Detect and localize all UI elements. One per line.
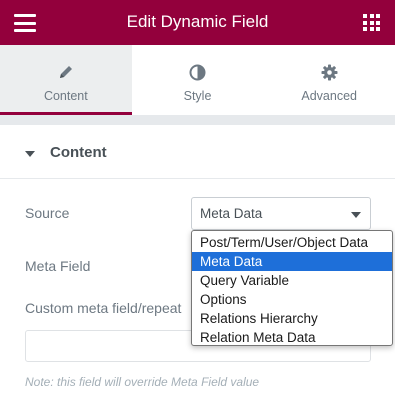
grid-icon[interactable] <box>363 14 380 31</box>
dropdown-option[interactable]: Relations Hierarchy <box>192 309 392 328</box>
section-title: Content <box>50 144 107 161</box>
gear-icon <box>320 63 338 81</box>
chevron-down-icon <box>351 212 361 218</box>
tab-label: Content <box>43 89 88 103</box>
pencil-icon <box>57 63 75 81</box>
source-select-value: Meta Data <box>200 206 263 221</box>
panel-tabs: Content Style Advanced <box>0 45 395 115</box>
tab-style[interactable]: Style <box>132 45 264 115</box>
meta-field-label: Meta Field <box>25 258 91 274</box>
source-label: Source <box>25 205 70 221</box>
custom-meta-label: Custom meta field/repeat <box>25 300 182 316</box>
dropdown-option[interactable]: Post/Term/User/Object Data <box>192 233 392 252</box>
tab-content[interactable]: Content <box>0 45 132 115</box>
dropdown-option[interactable]: Query Variable <box>192 271 392 290</box>
half-circle-icon <box>189 63 207 81</box>
field-note: Note: this field will override Meta Fiel… <box>25 375 260 389</box>
tab-label: Style <box>183 89 212 103</box>
dropdown-option-selected[interactable]: Meta Data <box>192 252 392 271</box>
tabs-divider <box>0 115 395 125</box>
dropdown-option[interactable]: Relation Meta Data <box>192 328 392 345</box>
panel-title: Edit Dynamic Field <box>126 12 269 31</box>
dropdown-option[interactable]: Options <box>192 290 392 309</box>
panel-header: Edit Dynamic Field <box>0 0 395 45</box>
section-toggle[interactable]: Content <box>0 125 395 179</box>
tab-label: Advanced <box>301 89 357 103</box>
caret-down-icon <box>25 151 35 157</box>
source-dropdown-list: Post/Term/User/Object Data Meta Data Que… <box>191 230 393 346</box>
source-select[interactable]: Meta Data <box>191 197 371 230</box>
tab-advanced[interactable]: Advanced <box>263 45 395 115</box>
